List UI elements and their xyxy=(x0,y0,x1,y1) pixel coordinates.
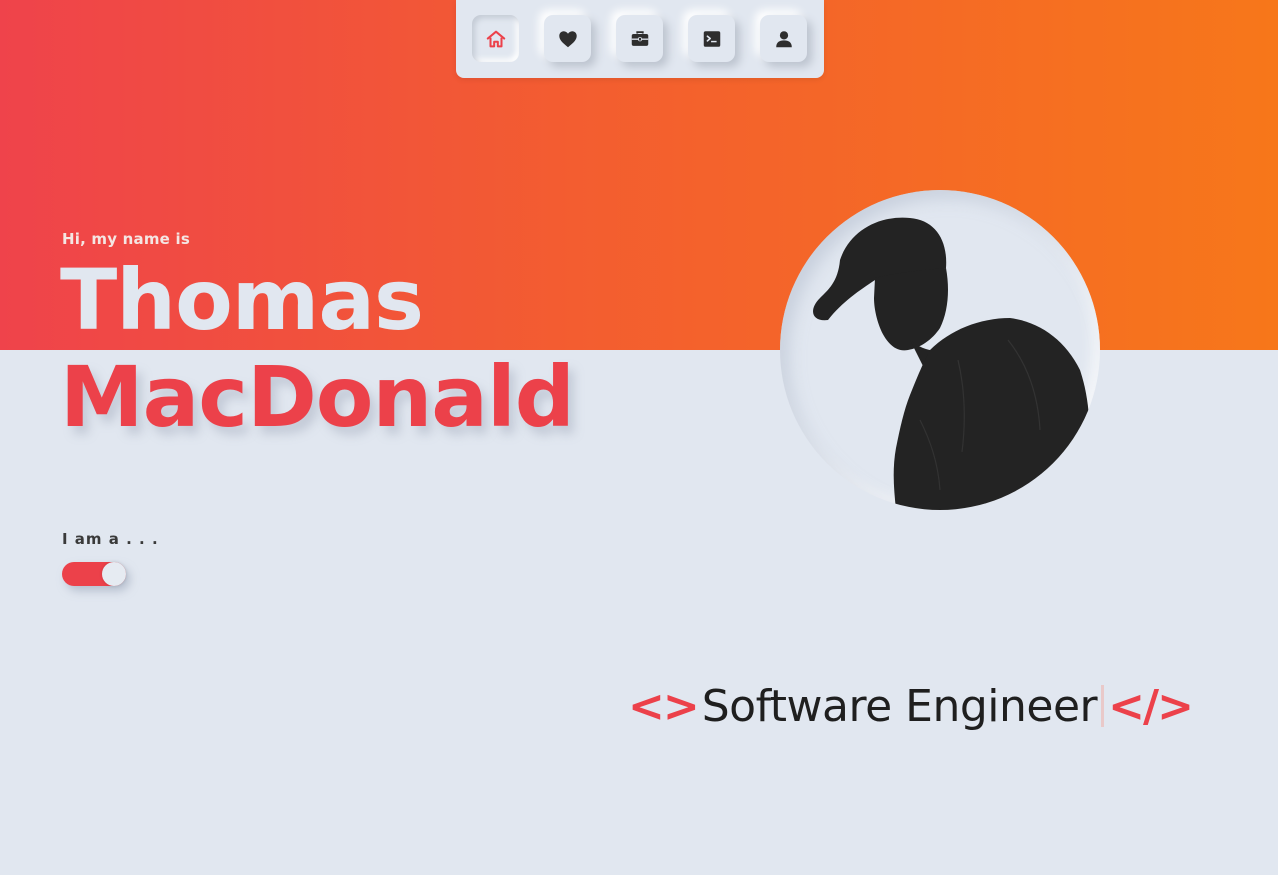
briefcase-icon xyxy=(631,30,648,46)
role-label: I am a . . . xyxy=(62,530,159,548)
role-display: <> Software Engineer </> xyxy=(628,678,1194,734)
nav-home-button[interactable] xyxy=(472,15,519,62)
last-name-heading: MacDonald xyxy=(60,348,575,446)
open-code-tag: <> xyxy=(628,680,700,732)
profile-avatar xyxy=(780,190,1100,510)
home-icon xyxy=(486,30,505,47)
intro-text: Hi, my name is xyxy=(62,230,190,248)
nav-favorites-button[interactable] xyxy=(544,15,591,62)
first-name-heading: Thomas xyxy=(60,251,424,349)
user-icon xyxy=(775,30,792,47)
role-toggle-switch[interactable] xyxy=(62,562,126,586)
nav-work-button[interactable] xyxy=(616,15,663,62)
toggle-knob[interactable] xyxy=(102,562,126,586)
nav-profile-button[interactable] xyxy=(760,15,807,62)
close-code-tag: </> xyxy=(1108,680,1194,732)
heart-icon xyxy=(558,30,577,47)
role-title: Software Engineer xyxy=(701,680,1098,732)
person-silhouette-image xyxy=(813,217,1090,510)
typing-caret xyxy=(1101,685,1105,727)
terminal-icon xyxy=(703,30,720,47)
nav-terminal-button[interactable] xyxy=(688,15,735,62)
top-navbar xyxy=(456,0,824,78)
